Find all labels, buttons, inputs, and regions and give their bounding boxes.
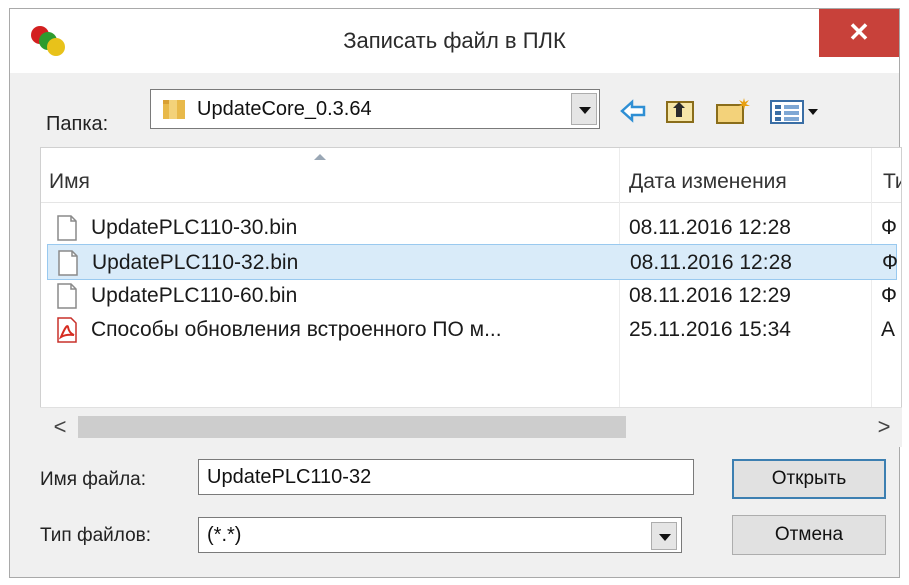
- file-icon: [58, 250, 78, 276]
- file-name: UpdatePLC110-60.bin: [91, 284, 298, 307]
- table-row-selected[interactable]: UpdatePLC110-32.bin 08.11.2016 12:28 Ф: [47, 244, 898, 280]
- scroll-left-button[interactable]: <: [46, 414, 74, 442]
- folder-select[interactable]: UpdateCore_0.3.64: [150, 89, 600, 129]
- scrollbar-thumb[interactable]: [78, 416, 626, 438]
- file-name: Способы обновления встроенного ПО м...: [91, 318, 502, 341]
- view-menu-icon[interactable]: [768, 97, 822, 125]
- file-list[interactable]: Имя Дата изменения Ти UpdatePLC110-30.bi…: [40, 147, 902, 447]
- file-type: А: [881, 318, 896, 341]
- file-type: Ф: [881, 216, 897, 239]
- title-bar[interactable]: Записать файл в ПЛК ✕: [10, 9, 899, 73]
- file-name: UpdatePLC110-30.bin: [91, 216, 298, 239]
- cancel-button[interactable]: Отмена: [732, 515, 886, 555]
- close-button[interactable]: ✕: [819, 9, 899, 57]
- filetype-select[interactable]: (*.*): [198, 517, 682, 553]
- filetype-dropdown-button[interactable]: [651, 522, 677, 550]
- column-date[interactable]: Дата изменения: [629, 148, 787, 202]
- filename-label: Имя файла:: [40, 469, 147, 490]
- folder-value: UpdateCore_0.3.64: [197, 98, 372, 120]
- file-type: Ф: [882, 251, 898, 274]
- filename-input[interactable]: UpdatePLC110-32: [198, 459, 694, 495]
- horizontal-scrollbar[interactable]: < >: [40, 407, 902, 447]
- new-folder-icon[interactable]: [714, 97, 752, 125]
- file-date: 08.11.2016 12:29: [629, 284, 791, 307]
- folder-up-icon[interactable]: [664, 97, 696, 125]
- file-icon: [57, 215, 77, 241]
- column-header: Имя Дата изменения Ти: [41, 148, 901, 203]
- filetype-value: (*.*): [207, 524, 242, 546]
- sort-up-icon: [314, 154, 326, 160]
- file-icon: [57, 283, 77, 309]
- open-button[interactable]: Открыть: [732, 459, 886, 499]
- folder-label: Папка:: [46, 113, 109, 135]
- column-type[interactable]: Ти: [883, 148, 901, 202]
- column-name[interactable]: Имя: [49, 148, 90, 202]
- arrow-left-icon[interactable]: [618, 97, 648, 125]
- pdf-icon: [57, 317, 77, 343]
- window-title: Записать файл в ПЛК: [343, 28, 566, 53]
- table-row[interactable]: UpdatePLC110-60.bin 08.11.2016 12:29 Ф: [47, 278, 897, 314]
- file-name: UpdatePLC110-32.bin: [92, 251, 299, 274]
- filetype-label: Тип файлов:: [40, 525, 152, 546]
- table-row[interactable]: Способы обновления встроенного ПО м... 2…: [47, 312, 897, 348]
- file-date: 08.11.2016 12:28: [630, 251, 792, 274]
- chevron-down-icon: [579, 107, 591, 114]
- save-file-dialog: Записать файл в ПЛК ✕ Папка: UpdateCore_…: [9, 8, 902, 578]
- chevron-down-icon: [659, 534, 671, 541]
- file-date: 08.11.2016 12:28: [629, 216, 791, 239]
- folder-dropdown-button[interactable]: [571, 93, 597, 125]
- file-date: 25.11.2016 15:34: [629, 318, 791, 341]
- table-row[interactable]: UpdatePLC110-30.bin 08.11.2016 12:28 Ф: [47, 210, 897, 246]
- file-type: Ф: [881, 284, 897, 307]
- folder-icon: [163, 100, 185, 119]
- scroll-right-button[interactable]: >: [870, 414, 898, 442]
